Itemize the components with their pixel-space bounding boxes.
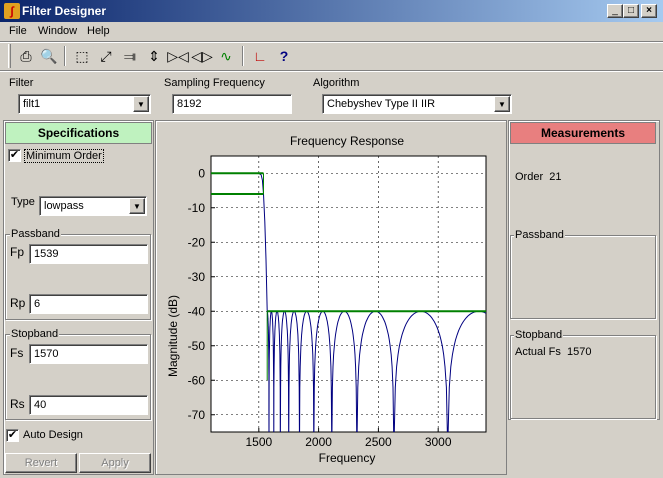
x-tick-label: 2500 bbox=[365, 435, 392, 449]
close-icon[interactable]: × bbox=[641, 4, 657, 18]
rs-label: Rs bbox=[10, 397, 25, 411]
x-tick-label: 1500 bbox=[245, 435, 272, 449]
minimize-icon[interactable]: _ bbox=[607, 4, 623, 18]
y-tick-label: -70 bbox=[188, 408, 206, 422]
fp-input[interactable]: 1539 bbox=[29, 244, 148, 264]
algorithm-select[interactable]: Chebyshev Type II IIR ▼ bbox=[322, 94, 512, 114]
passband-title: Passband bbox=[10, 228, 61, 240]
full-view-icon[interactable]: ∿ bbox=[215, 45, 237, 67]
zoom-box-icon[interactable]: ⬚ bbox=[71, 45, 93, 67]
x-tick-label: 2000 bbox=[305, 435, 332, 449]
menu-file[interactable]: File bbox=[9, 25, 27, 37]
frequency-response-chart: Frequency Response Frequency Magnitude (… bbox=[166, 134, 487, 465]
zoom-y-out-icon[interactable]: ⇕ bbox=[143, 45, 165, 67]
menu-help[interactable]: Help bbox=[87, 25, 110, 37]
print-preview-icon[interactable]: 🔍 bbox=[38, 45, 60, 67]
chevron-down-icon[interactable]: ▼ bbox=[133, 96, 149, 112]
measurements-passband-title: Passband bbox=[514, 229, 565, 241]
fp-label: Fp bbox=[10, 245, 25, 259]
menu-window[interactable]: Window bbox=[38, 25, 77, 37]
x-axis-label: Frequency bbox=[319, 451, 376, 465]
auto-design-checkbox[interactable]: ✔ bbox=[6, 429, 19, 442]
rp-label: Rp bbox=[10, 296, 26, 310]
filter-value: filt1 bbox=[23, 98, 41, 110]
title-bar[interactable]: ∫ Filter Designer _ □ × bbox=[0, 0, 663, 22]
y-tick-label: -30 bbox=[188, 270, 206, 284]
y-tick-label: -60 bbox=[188, 373, 206, 387]
type-value: lowpass bbox=[44, 200, 84, 212]
measurements-stopband-title: Stopband bbox=[514, 329, 564, 341]
chevron-down-icon[interactable]: ▼ bbox=[494, 96, 510, 112]
algorithm-label: Algorithm bbox=[313, 77, 360, 89]
apply-button[interactable]: Apply bbox=[79, 453, 151, 473]
filter-label: Filter bbox=[9, 77, 34, 89]
minimum-order-checkbox[interactable]: ✔ bbox=[8, 149, 21, 162]
actual-fs-readout: Actual Fs 1570 bbox=[515, 346, 592, 358]
sampling-frequency-input[interactable]: 8192 bbox=[172, 94, 292, 114]
whats-this-icon[interactable]: ? bbox=[273, 45, 295, 67]
specifications-header: Specifications bbox=[5, 122, 152, 144]
algorithm-value: Chebyshev Type II IIR bbox=[327, 98, 436, 110]
measurements-passband-group: Passband bbox=[510, 229, 656, 319]
sampling-frequency-label: Sampling Frequency bbox=[164, 77, 265, 89]
fs-input[interactable]: 1570 bbox=[29, 344, 148, 364]
zoom-x-out-icon[interactable]: ◁▷ bbox=[191, 45, 213, 67]
y-tick-label: 0 bbox=[198, 166, 205, 180]
print-icon[interactable]: ⎙ bbox=[15, 45, 37, 67]
type-select[interactable]: lowpass ▼ bbox=[39, 196, 147, 216]
auto-design-label: Auto Design bbox=[23, 429, 83, 441]
rs-input[interactable]: 40 bbox=[29, 395, 148, 415]
rp-input[interactable]: 6 bbox=[29, 294, 148, 314]
window-title: Filter Designer bbox=[22, 4, 107, 18]
fit-icon[interactable]: ⤢ bbox=[95, 45, 117, 67]
x-tick-label: 3000 bbox=[425, 435, 452, 449]
filter-select[interactable]: filt1 ▼ bbox=[18, 94, 151, 114]
chevron-down-icon[interactable]: ▼ bbox=[129, 198, 145, 214]
filter-response-icon[interactable]: ∟ bbox=[249, 45, 271, 67]
y-tick-label: -50 bbox=[188, 339, 206, 353]
zoom-x-in-icon[interactable]: ▷◁ bbox=[167, 45, 189, 67]
order-readout: Order 21 bbox=[515, 171, 562, 183]
plot-background bbox=[210, 155, 487, 433]
matlab-icon: ∫ bbox=[4, 3, 20, 19]
y-tick-label: -40 bbox=[188, 304, 206, 318]
type-label: Type bbox=[11, 196, 35, 208]
zoom-y-in-icon[interactable]: ⫥ bbox=[119, 45, 141, 67]
minimum-order-label: Minimum Order bbox=[24, 149, 104, 163]
revert-button[interactable]: Revert bbox=[5, 453, 77, 473]
chart-title: Frequency Response bbox=[290, 134, 404, 148]
y-axis-label: Magnitude (dB) bbox=[166, 295, 180, 377]
stopband-title: Stopband bbox=[10, 328, 60, 340]
y-tick-label: -20 bbox=[188, 235, 206, 249]
fs-label: Fs bbox=[10, 346, 24, 360]
maximize-icon[interactable]: □ bbox=[623, 4, 639, 18]
measurements-header: Measurements bbox=[510, 122, 656, 144]
y-tick-label: -10 bbox=[188, 201, 206, 215]
